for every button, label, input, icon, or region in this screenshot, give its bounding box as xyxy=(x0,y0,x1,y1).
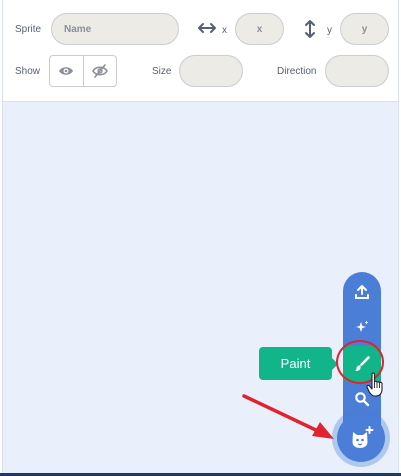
x-position-input[interactable] xyxy=(235,13,284,45)
show-toggle-group xyxy=(49,55,117,87)
direction-input[interactable] xyxy=(325,55,389,87)
paint-tooltip: Paint xyxy=(259,347,338,380)
vertical-arrows-icon xyxy=(305,20,315,38)
sprite-info-panel: Sprite x y Show xyxy=(3,0,398,102)
upload-sprite-button[interactable] xyxy=(343,277,381,307)
x-label: x xyxy=(222,25,227,36)
hand-cursor-icon xyxy=(366,372,383,397)
hide-button[interactable] xyxy=(82,56,117,86)
size-label: Size xyxy=(152,66,172,77)
sprite-label: Sprite xyxy=(15,24,42,35)
show-label: Show xyxy=(15,66,41,77)
size-input[interactable] xyxy=(179,55,243,87)
y-label: y xyxy=(327,25,332,36)
annotation-arrow xyxy=(242,394,334,439)
eye-slash-icon xyxy=(91,64,108,78)
show-button[interactable] xyxy=(50,56,83,86)
upload-icon xyxy=(355,285,369,299)
surprise-sprite-button[interactable] xyxy=(343,312,381,342)
surprise-icon xyxy=(356,320,369,332)
eye-icon xyxy=(59,67,74,75)
horizontal-arrows-icon xyxy=(198,23,216,33)
direction-label: Direction xyxy=(277,66,317,77)
sprite-name-input[interactable] xyxy=(51,13,179,45)
cat-plus-icon xyxy=(352,426,374,448)
choose-sprite-button[interactable] xyxy=(337,414,385,462)
y-position-input[interactable] xyxy=(340,13,389,45)
